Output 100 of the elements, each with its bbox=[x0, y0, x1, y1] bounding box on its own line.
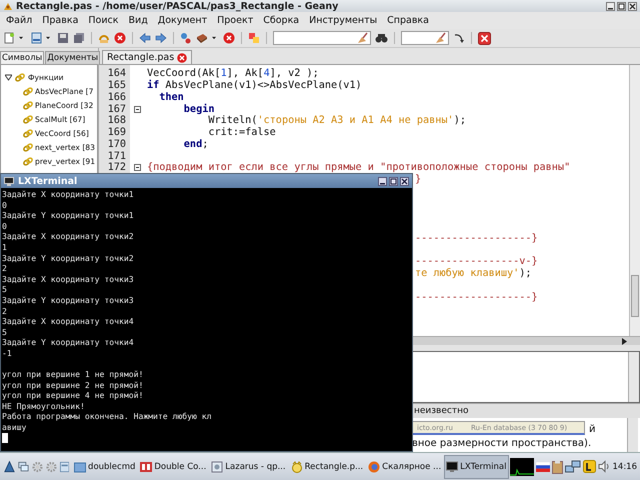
menu-item[interactable]: Справка bbox=[387, 15, 429, 26]
fold-marker-icon[interactable] bbox=[134, 164, 141, 172]
code-line: end; bbox=[182, 138, 208, 150]
scrollbar[interactable] bbox=[629, 65, 640, 336]
menu-item[interactable]: Сборка bbox=[263, 15, 300, 26]
line-number: 166 bbox=[106, 92, 126, 103]
taskbar-button[interactable]: Lazarus - qp... bbox=[209, 454, 288, 478]
terminal-line: 2 bbox=[2, 263, 7, 274]
code-line: VecCoord(Ak[1], Ak[4], v2 ); bbox=[147, 68, 319, 80]
terminal-line: угол при вершине 2 не прямой! bbox=[2, 380, 144, 390]
clear-icon[interactable] bbox=[434, 32, 446, 44]
folder-icon bbox=[74, 460, 86, 472]
terminal-line: Задайте X координату точки4 bbox=[2, 316, 134, 326]
terminal-line: Работа программы окончена. Нажмите любую кл bbox=[2, 411, 212, 422]
terminal-line: -1 bbox=[2, 348, 12, 358]
color-picker-icon[interactable] bbox=[248, 32, 260, 44]
globe-icon bbox=[368, 460, 380, 472]
taskbar-button[interactable]: Скалярное ... bbox=[366, 454, 444, 478]
terminal-line: Задайте Y координату точки1 bbox=[2, 210, 134, 220]
terminal-line: Задайте X координату точки2 bbox=[2, 231, 134, 242]
terminal-line: НЕ Прямоугольник! bbox=[2, 400, 85, 411]
taskbar-button[interactable]: Rectangle.p... bbox=[288, 454, 366, 478]
maximize-icon[interactable] bbox=[617, 2, 626, 10]
stop-icon[interactable] bbox=[223, 32, 235, 44]
line-number-field[interactable] bbox=[401, 31, 449, 45]
menu-item[interactable]: Правка bbox=[42, 15, 78, 26]
compile-icon[interactable] bbox=[180, 32, 192, 44]
terminal-line: 0 bbox=[2, 200, 7, 210]
document-icon[interactable] bbox=[30, 32, 42, 44]
code-line: Writeln('стороны A2 A3 и A1 A4 не равны'); bbox=[207, 115, 466, 126]
speaker-icon[interactable] bbox=[598, 460, 610, 473]
calendar-icon[interactable] bbox=[60, 460, 70, 474]
line-number: 167 bbox=[106, 104, 126, 115]
taskbar-button[interactable]: Double Co... bbox=[138, 454, 208, 478]
terminal-line: угол при вершине 1 не прямой! bbox=[2, 369, 144, 380]
app-icon bbox=[140, 460, 152, 472]
brick-icon[interactable] bbox=[196, 32, 208, 44]
status-text: неизвестно bbox=[414, 406, 468, 416]
start-menu-icon[interactable] bbox=[4, 458, 15, 474]
taskbar-button[interactable]: LXTerminal bbox=[444, 454, 508, 478]
terminal-line: Задайте X координату точки3 bbox=[2, 274, 134, 284]
document-tab[interactable]: Rectangle.pas bbox=[102, 50, 192, 64]
network-icon[interactable] bbox=[564, 460, 580, 474]
save-all-icon[interactable] bbox=[73, 32, 85, 44]
right-arrow-icon[interactable] bbox=[621, 338, 628, 344]
monitor-icon bbox=[4, 176, 14, 186]
taskbar-button[interactable]: doublecmd bbox=[72, 454, 138, 478]
clear-icon[interactable] bbox=[356, 32, 368, 44]
page-text: вное размерности пространства). bbox=[412, 438, 592, 448]
search-icon[interactable] bbox=[375, 32, 388, 44]
expander-icon[interactable] bbox=[5, 74, 12, 80]
code-line: begin bbox=[182, 104, 214, 115]
window-title: LXTerminal bbox=[18, 176, 78, 186]
jump-arrow-icon[interactable] bbox=[453, 32, 465, 44]
fold-marker-icon[interactable] bbox=[134, 106, 141, 113]
menu-item[interactable]: Вид bbox=[128, 15, 148, 26]
minimize-icon[interactable] bbox=[606, 2, 615, 10]
scrollbar[interactable] bbox=[628, 352, 639, 402]
close-icon[interactable] bbox=[400, 176, 409, 186]
sidebar-tab[interactable]: Документы bbox=[45, 51, 100, 64]
quit-icon[interactable] bbox=[478, 32, 491, 44]
line-number: 171 bbox=[106, 150, 126, 162]
new-file-icon[interactable] bbox=[3, 32, 15, 44]
search-field[interactable] bbox=[273, 31, 371, 45]
line-number: 172 bbox=[106, 162, 126, 174]
forward-arrow-icon[interactable] bbox=[155, 32, 167, 44]
clock[interactable]: 14:16 bbox=[612, 462, 637, 472]
menu-item[interactable]: Документ bbox=[158, 15, 208, 26]
menu-item[interactable]: Инструменты bbox=[309, 15, 378, 26]
windows-icon[interactable] bbox=[18, 460, 29, 474]
scrollbar[interactable] bbox=[627, 418, 638, 452]
terminal-line: 5 bbox=[2, 284, 7, 294]
flag-icon[interactable] bbox=[536, 462, 550, 472]
scrollbar[interactable] bbox=[413, 336, 640, 345]
line-number: 170 bbox=[106, 138, 126, 150]
chain-icon bbox=[23, 100, 33, 110]
menu-item[interactable]: Поиск bbox=[88, 15, 118, 26]
close-icon[interactable] bbox=[177, 52, 188, 62]
terminal-line: Задайте Y координату точки2 bbox=[2, 252, 134, 263]
back-arrow-icon[interactable] bbox=[139, 32, 151, 44]
line-number: 164 bbox=[106, 68, 126, 80]
terminal-line: угол при вершине 4 не прямой! bbox=[2, 390, 144, 400]
code-line: if AbsVecPlane(v1)<>AbsVecPlane(v1) bbox=[147, 80, 362, 92]
menu-item[interactable]: Проект bbox=[217, 15, 254, 26]
close-icon[interactable] bbox=[628, 2, 637, 10]
terminal-line: 5 bbox=[2, 326, 7, 337]
terminal-line: 1 bbox=[2, 242, 7, 252]
clipboard-icon[interactable] bbox=[552, 460, 562, 474]
menu-item[interactable]: Файл bbox=[6, 15, 32, 26]
terminal-icon bbox=[446, 460, 458, 472]
save-icon[interactable] bbox=[57, 32, 69, 44]
terminal-line: 0 bbox=[2, 220, 7, 231]
minimize-icon[interactable] bbox=[378, 176, 387, 186]
line-number: 165 bbox=[106, 80, 126, 92]
chain-icon bbox=[23, 114, 33, 124]
window-title: Rectangle.pas - /home/user/PASCAL/pas3_Rectangle - Geany bbox=[16, 0, 338, 12]
maximize-icon[interactable] bbox=[389, 176, 398, 186]
close-icon[interactable] bbox=[114, 32, 126, 44]
line-number: 168 bbox=[106, 115, 126, 126]
sidebar-tab[interactable]: Символы bbox=[0, 51, 44, 64]
